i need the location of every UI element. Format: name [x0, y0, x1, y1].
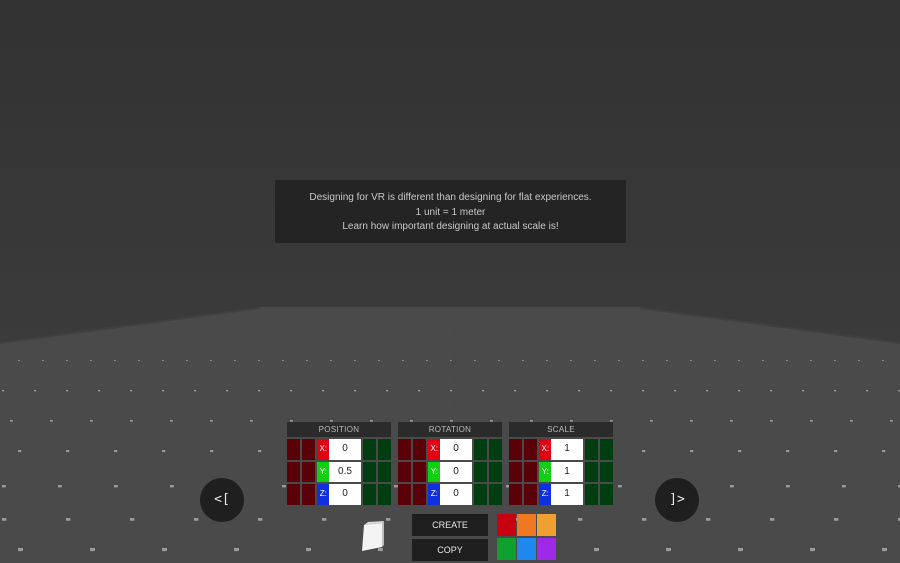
- rotation-x-increment-small[interactable]: [473, 439, 487, 460]
- scale-z-decrement-large[interactable]: [509, 484, 523, 505]
- position-z-increment-small[interactable]: [362, 484, 376, 505]
- rotation-y-increment-large[interactable]: [488, 461, 502, 483]
- position-y-decrement-large[interactable]: [287, 461, 301, 483]
- axis-x-label: X:: [428, 439, 441, 460]
- rotation-y-decrement-large[interactable]: [398, 461, 412, 483]
- scale-x-field[interactable]: X: 1: [539, 439, 583, 460]
- rotation-y-decrement-small[interactable]: [413, 461, 427, 483]
- scale-z-increment-small[interactable]: [584, 484, 598, 505]
- info-panel: Designing for VR is different than desig…: [275, 180, 626, 243]
- position-y-field[interactable]: Y: 0.5: [317, 461, 361, 483]
- rotation-panel: ROTATION X: 0 Y: 0 Z: 0: [398, 422, 502, 505]
- scale-z-value[interactable]: 1: [551, 484, 583, 505]
- rotation-x-value[interactable]: 0: [440, 439, 472, 460]
- color-swatch-green[interactable]: [497, 538, 516, 560]
- axis-z-label: Z:: [317, 484, 330, 505]
- position-panel-title: POSITION: [287, 422, 391, 437]
- scale-y-decrement-small[interactable]: [524, 461, 538, 483]
- rotation-x-field[interactable]: X: 0: [428, 439, 472, 460]
- color-swatch-orange[interactable]: [517, 514, 536, 536]
- scale-z-field[interactable]: Z: 1: [539, 484, 583, 505]
- rotation-x-increment-large[interactable]: [488, 439, 502, 460]
- position-z-decrement-small[interactable]: [302, 484, 316, 505]
- axis-x-label: X:: [539, 439, 552, 460]
- axis-y-label: Y:: [317, 461, 330, 483]
- position-x-increment-large[interactable]: [377, 439, 391, 460]
- rotation-y-value[interactable]: 0: [440, 461, 472, 483]
- info-line-3: Learn how important designing at actual …: [342, 221, 559, 232]
- position-y-increment-small[interactable]: [362, 461, 376, 483]
- scale-y-increment-small[interactable]: [584, 461, 598, 483]
- copy-button[interactable]: COPY: [412, 539, 488, 561]
- axis-z-label: Z:: [539, 484, 552, 505]
- create-button[interactable]: CREATE: [412, 514, 488, 536]
- info-line-2: 1 unit = 1 meter: [415, 206, 486, 218]
- color-swatch-blue[interactable]: [517, 538, 536, 560]
- info-line-1: Designing for VR is different than desig…: [309, 192, 592, 203]
- scale-x-value[interactable]: 1: [551, 439, 583, 460]
- scale-x-increment-small[interactable]: [584, 439, 598, 460]
- position-panel: POSITION X: 0 Y: 0.5 Z: 0: [287, 422, 391, 505]
- rotation-z-increment-large[interactable]: [488, 484, 502, 505]
- scale-x-decrement-small[interactable]: [524, 439, 538, 460]
- rotation-z-decrement-large[interactable]: [398, 484, 412, 505]
- color-swatch-amber[interactable]: [537, 514, 556, 536]
- cube-icon[interactable]: [358, 521, 386, 553]
- position-y-decrement-small[interactable]: [302, 461, 316, 483]
- scale-panel: SCALE X: 1 Y: 1 Z: 1: [509, 422, 613, 505]
- position-x-increment-small[interactable]: [362, 439, 376, 460]
- color-swatch-red[interactable]: [497, 514, 516, 536]
- sky-backdrop: [0, 0, 900, 340]
- scale-x-increment-large[interactable]: [599, 439, 613, 460]
- axis-y-label: Y:: [428, 461, 441, 483]
- position-x-decrement-large[interactable]: [287, 439, 301, 460]
- next-object-button[interactable]: ]>: [655, 478, 699, 522]
- position-x-value[interactable]: 0: [329, 439, 361, 460]
- scale-z-increment-large[interactable]: [599, 484, 613, 505]
- rotation-y-field[interactable]: Y: 0: [428, 461, 472, 483]
- position-z-decrement-large[interactable]: [287, 484, 301, 505]
- axis-y-label: Y:: [539, 461, 552, 483]
- position-z-increment-large[interactable]: [377, 484, 391, 505]
- rotation-panel-title: ROTATION: [398, 422, 502, 437]
- position-y-increment-large[interactable]: [377, 461, 391, 483]
- position-x-field[interactable]: X: 0: [317, 439, 361, 460]
- scale-y-decrement-large[interactable]: [509, 461, 523, 483]
- axis-x-label: X:: [317, 439, 330, 460]
- scale-z-decrement-small[interactable]: [524, 484, 538, 505]
- position-x-decrement-small[interactable]: [302, 439, 316, 460]
- scale-x-decrement-large[interactable]: [509, 439, 523, 460]
- position-y-value[interactable]: 0.5: [329, 461, 361, 483]
- scale-panel-title: SCALE: [509, 422, 613, 437]
- color-swatch-purple[interactable]: [537, 538, 556, 560]
- axis-z-label: Z:: [428, 484, 441, 505]
- rotation-z-field[interactable]: Z: 0: [428, 484, 472, 505]
- rotation-z-decrement-small[interactable]: [413, 484, 427, 505]
- position-z-field[interactable]: Z: 0: [317, 484, 361, 505]
- rotation-z-value[interactable]: 0: [440, 484, 472, 505]
- position-z-value[interactable]: 0: [329, 484, 361, 505]
- rotation-x-decrement-small[interactable]: [413, 439, 427, 460]
- scale-y-value[interactable]: 1: [551, 461, 583, 483]
- scale-y-field[interactable]: Y: 1: [539, 461, 583, 483]
- rotation-x-decrement-large[interactable]: [398, 439, 412, 460]
- previous-object-button[interactable]: <[: [200, 478, 244, 522]
- rotation-z-increment-small[interactable]: [473, 484, 487, 505]
- scale-y-increment-large[interactable]: [599, 461, 613, 483]
- rotation-y-increment-small[interactable]: [473, 461, 487, 483]
